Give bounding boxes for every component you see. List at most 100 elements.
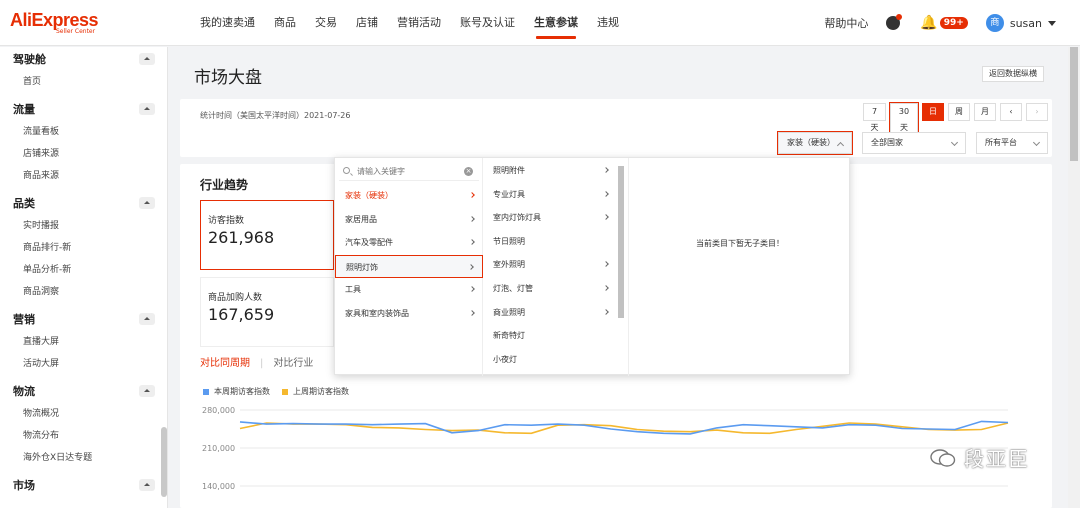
chevron-up-icon[interactable] <box>139 53 155 65</box>
platform-select[interactable]: 所有平台 <box>976 132 1048 154</box>
nav-item-0[interactable]: 我的速卖通 <box>200 0 255 46</box>
category-level1-list: × 家装（硬装） 家居用品汽车及零配件照明灯饰工具家具和室内装饰品 <box>335 158 483 376</box>
subcategory-option-label: 小夜灯 <box>493 354 517 364</box>
sidebar-item[interactable]: 流量看板 <box>0 121 167 143</box>
sidebar-item[interactable]: 商品来源 <box>0 165 167 187</box>
subcategory-option[interactable]: 室外照明 <box>483 253 617 276</box>
subcategory-option[interactable]: 小夜灯 <box>483 348 617 371</box>
chevron-down-icon <box>1032 138 1041 147</box>
category-option[interactable]: 工具 <box>335 278 483 301</box>
subcategory-option[interactable]: 专业灯具 <box>483 183 617 206</box>
sidebar-section-5[interactable]: 市场 <box>0 473 167 497</box>
legend-item-current[interactable]: 本周期访客指数 <box>203 386 270 397</box>
help-center-link[interactable]: 帮助中心 <box>824 15 868 31</box>
sidebar-section-4[interactable]: 物流 <box>0 379 167 403</box>
subcategory-option[interactable]: 室内灯饰灯具 <box>483 206 617 229</box>
sidebar-item[interactable]: 商品排行-新 <box>0 237 167 259</box>
range-day-button[interactable]: 日 <box>922 103 944 121</box>
nav-item-5[interactable]: 账号及认证 <box>460 0 515 46</box>
scrollbar-thumb[interactable] <box>618 166 624 318</box>
subcategory-option[interactable]: 新奇特灯 <box>483 324 617 347</box>
range-7d-button[interactable]: 7天 <box>863 103 886 132</box>
category-select[interactable]: 家装（硬装） <box>777 131 853 155</box>
chevron-up-icon <box>836 141 845 150</box>
sidebar-item[interactable]: 活动大屏 <box>0 353 167 375</box>
category-option[interactable]: 家装（硬装） <box>335 184 483 207</box>
chevron-up-icon[interactable] <box>139 313 155 325</box>
page-scrollbar[interactable] <box>1068 47 1080 508</box>
chevron-right-icon <box>603 190 609 197</box>
sidebar-item[interactable]: 海外仓X日达专题 <box>0 447 167 469</box>
sidebar-section-1[interactable]: 流量 <box>0 97 167 121</box>
filters: 家装（硬装） 全部国家 所有平台 <box>777 131 1058 155</box>
username[interactable]: susan <box>1010 17 1042 30</box>
sidebar-item[interactable]: 物流概况 <box>0 403 167 425</box>
category-option[interactable]: 家具和室内装饰品 <box>335 302 483 325</box>
chevron-right-icon <box>469 309 475 316</box>
subcategory-option[interactable]: 灯泡、灯管 <box>483 277 617 300</box>
chevron-right-icon <box>603 285 609 291</box>
country-select[interactable]: 全部国家 <box>862 132 966 154</box>
bell-icon[interactable]: 🔔 <box>920 15 937 31</box>
category-option-label: 家装（硬装） <box>345 191 393 200</box>
search-input[interactable] <box>357 164 457 178</box>
avatar[interactable]: 商 <box>985 14 1004 32</box>
scrollbar-thumb[interactable] <box>1070 47 1078 161</box>
nav-item-7[interactable]: 违规 <box>597 0 619 46</box>
sidebar-item[interactable]: 直播大屏 <box>0 331 167 353</box>
sidebar-section-title: 营销 <box>13 313 35 326</box>
subcategory-option-label: 新奇特灯 <box>493 331 525 341</box>
chevron-up-icon[interactable] <box>139 103 155 115</box>
chevron-up-icon[interactable] <box>139 197 155 209</box>
tab-compare-industry[interactable]: 对比行业 <box>273 358 313 369</box>
nav-item-6[interactable]: 生意参谋 <box>534 0 578 46</box>
metric-visitor-index[interactable]: 访客指数 261,968 <box>200 200 334 270</box>
metric-value: 261,968 <box>208 228 275 247</box>
chevron-up-icon[interactable] <box>139 479 155 491</box>
search-icon <box>343 167 350 174</box>
chevron-down-icon[interactable] <box>1048 20 1056 26</box>
clear-icon[interactable]: × <box>464 167 473 176</box>
message-icon[interactable] <box>886 14 903 30</box>
metric-value: 167,659 <box>208 305 275 324</box>
subcategory-option[interactable]: 商业照明 <box>483 301 617 324</box>
tab-compare-period[interactable]: 对比同周期 <box>200 358 250 369</box>
legend-item-previous[interactable]: 上周期访客指数 <box>282 386 349 397</box>
category-option-label: 汽车及零配件 <box>345 238 393 247</box>
nav-item-3[interactable]: 店铺 <box>356 0 378 46</box>
list-scrollbar[interactable] <box>617 160 625 374</box>
sidebar-section-0[interactable]: 驾驶舱 <box>0 47 167 71</box>
sidebar-item[interactable]: 店铺来源 <box>0 143 167 165</box>
subcategory-option[interactable]: 节日照明 <box>483 230 617 253</box>
nav-item-2[interactable]: 交易 <box>315 0 337 46</box>
subcategory-option[interactable]: 照明附件 <box>483 159 617 182</box>
category-option[interactable]: 照明灯饰 <box>335 254 483 278</box>
nav-item-1[interactable]: 商品 <box>274 0 296 46</box>
sidebar-scrollbar[interactable] <box>161 427 167 497</box>
prev-button[interactable]: ‹ <box>1000 103 1022 121</box>
category-option-label: 照明灯饰 <box>346 262 378 272</box>
sidebar-section-2[interactable]: 品类 <box>0 191 167 215</box>
metric-cart-adds[interactable]: 商品加购人数 167,659 <box>200 277 334 347</box>
watermark-text: 段亚臣 <box>964 447 1030 471</box>
category-option[interactable]: 家居用品 <box>335 208 483 231</box>
sidebar-item[interactable]: 首页 <box>0 71 167 93</box>
next-button[interactable]: › <box>1026 103 1048 121</box>
metric-label: 商品加购人数 <box>208 293 263 303</box>
y-tick-label: 280,000 <box>202 406 235 415</box>
range-week-button[interactable]: 周 <box>948 103 970 121</box>
sidebar-section-3[interactable]: 营销 <box>0 307 167 331</box>
sidebar-item[interactable]: 物流分布 <box>0 425 167 447</box>
back-to-data-button[interactable]: 返回数据纵横 <box>982 66 1044 82</box>
sidebar-item[interactable]: 单品分析-新 <box>0 259 167 281</box>
sidebar-item[interactable]: 实时播报 <box>0 215 167 237</box>
category-select-value: 家装（硬装） <box>787 138 835 147</box>
range-month-button[interactable]: 月 <box>974 103 996 121</box>
chevron-up-icon[interactable] <box>139 385 155 397</box>
subcategory-option-label: 商业照明 <box>493 307 525 317</box>
category-option[interactable]: 汽车及零配件 <box>335 231 483 254</box>
sidebar-item[interactable]: 商品洞察 <box>0 281 167 303</box>
filter-card: 统计时间（美国太平洋时间）2021-07-26 7天 30天 日 周 月 ‹ ›… <box>180 99 1052 157</box>
aliexpress-logo[interactable]: AliExpress Seller Center <box>10 10 99 35</box>
nav-item-4[interactable]: 营销活动 <box>397 0 441 46</box>
